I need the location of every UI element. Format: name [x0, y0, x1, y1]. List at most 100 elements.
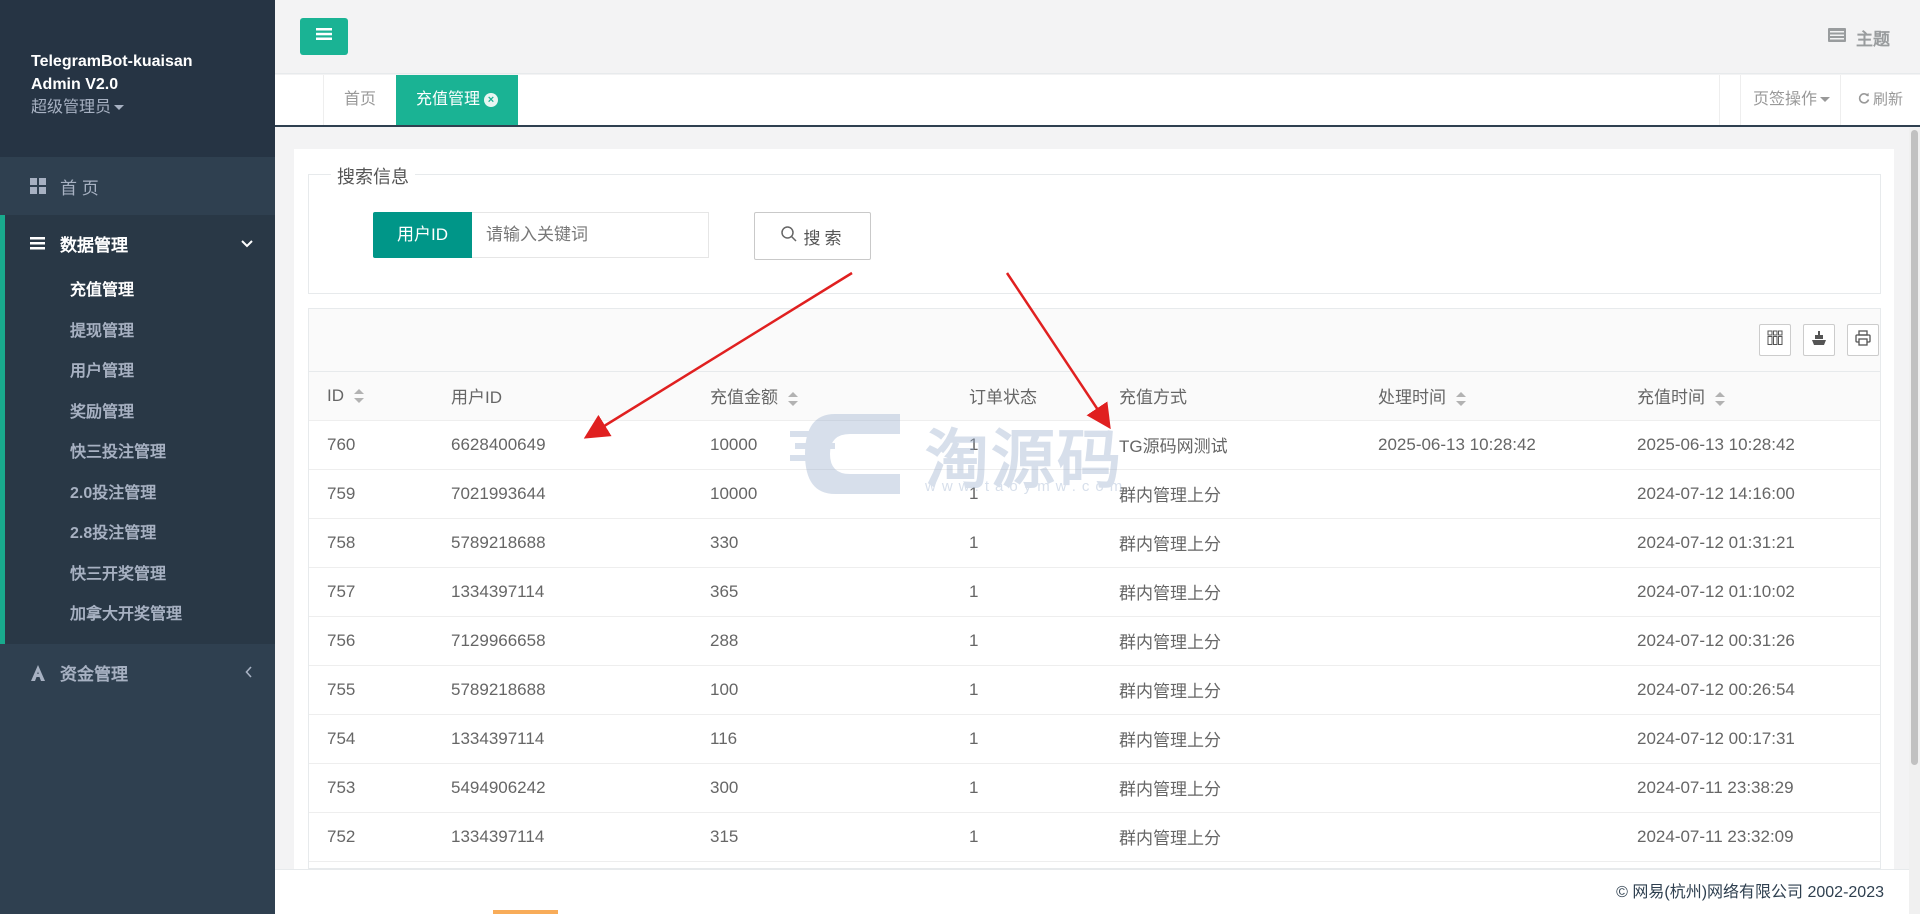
search-legend: 搜索信息 [331, 163, 415, 189]
column-header-processed-time[interactable]: 处理时间 [1360, 372, 1619, 421]
cell-recharge-time: 2024-07-12 01:31:21 [1619, 518, 1880, 568]
cell-status: 1 [951, 469, 1101, 519]
table-row[interactable]: 760 6628400649 10000 1 TG源码网测试 2025-06-1… [309, 420, 1880, 470]
sidebar-group-money[interactable]: 资金管理 [0, 644, 275, 702]
sort-icon[interactable] [788, 391, 798, 406]
cell-amount: 288 [692, 616, 951, 666]
columns-button[interactable] [1759, 324, 1791, 356]
page-tabs-bar: 首页 充值管理 × 页签操作 刷新 [275, 75, 1920, 127]
table-row[interactable]: 752 1334397114 315 1 群内管理上分 2024-07-11 2… [309, 812, 1880, 862]
cell-id: 758 [309, 518, 433, 568]
table-row[interactable]: 754 1334397114 116 1 群内管理上分 2024-07-12 0… [309, 714, 1880, 764]
sidebar-item-home[interactable]: 首 页 [0, 157, 275, 215]
table-row[interactable]: 758 5789218688 330 1 群内管理上分 2024-07-12 0… [309, 518, 1880, 568]
cell-user-id: 1334397114 [433, 812, 692, 862]
footer: © 网易(杭州)网络有限公司 2002-2023 [275, 869, 1909, 914]
chevron-left-icon [245, 663, 253, 683]
cell-amount: 116 [692, 714, 951, 764]
cell-method: 群内管理上分 [1101, 469, 1360, 519]
refresh-icon [1858, 75, 1870, 125]
menu-toggle-button[interactable] [300, 18, 348, 55]
sidebar-item-users[interactable]: 用户管理 [5, 352, 275, 393]
sidebar-group-data-toggle[interactable]: 数据管理 [5, 215, 275, 271]
cell-processed-time [1360, 812, 1619, 862]
cell-user-id: 5494906242 [433, 763, 692, 813]
cell-processed-time [1360, 567, 1619, 617]
main-content: 搜索信息 用户ID 搜索 [294, 149, 1894, 869]
column-header-status: 订单状态 [951, 372, 1101, 421]
tabs-scroll-left[interactable] [275, 75, 324, 125]
app-title-line1: TelegramBot-kuaisan [31, 53, 193, 70]
table-row[interactable]: 755 5789218688 100 1 群内管理上分 2024-07-12 0… [309, 665, 1880, 715]
search-input[interactable] [472, 212, 709, 258]
cell-id: 756 [309, 616, 433, 666]
cell-id: 754 [309, 714, 433, 764]
cell-recharge-time: 2024-07-12 00:31:26 [1619, 616, 1880, 666]
sort-icon[interactable] [1715, 391, 1725, 406]
list-icon [30, 235, 46, 251]
print-icon [1855, 329, 1871, 351]
cell-amount: 330 [692, 518, 951, 568]
footer-accent-strip [493, 910, 558, 914]
sidebar-item-recharge[interactable]: 充值管理 [5, 271, 275, 312]
table-row[interactable]: 753 5494906242 300 1 群内管理上分 2024-07-11 2… [309, 763, 1880, 813]
cell-processed-time: 2025-06-13 10:28:42 [1360, 420, 1619, 470]
tab-operations-dropdown[interactable]: 页签操作 [1740, 75, 1840, 125]
column-header-amount[interactable]: 充值金额 [692, 372, 951, 421]
cell-amount: 365 [692, 567, 951, 617]
cell-recharge-time: 2024-07-11 23:38:29 [1619, 763, 1880, 813]
cell-recharge-time: 2024-07-12 01:10:02 [1619, 567, 1880, 617]
footer-copyright: © 网易(杭州)网络有限公司 2002-2023 [1616, 884, 1884, 901]
search-button[interactable]: 搜索 [754, 212, 871, 260]
table-row[interactable]: 759 7021993644 10000 1 群内管理上分 2024-07-12… [309, 469, 1880, 519]
cell-id: 757 [309, 567, 433, 617]
table-header-row: ID 用户ID 充值金额 订单状态 充值方式 处理时间 充值时间 [309, 372, 1880, 421]
cell-amount: 300 [692, 763, 951, 813]
user-role-label: 超级管理员 [31, 99, 112, 116]
sidebar-item-28-bets[interactable]: 2.8投注管理 [5, 514, 275, 555]
dashboard-icon [30, 178, 46, 194]
sort-icon[interactable] [354, 389, 364, 404]
cell-processed-time [1360, 616, 1619, 666]
sidebar: TelegramBot-kuaisan Admin V2.0 超级管理员 首 页… [0, 0, 275, 914]
theme-button[interactable]: 主题 [1828, 25, 1890, 50]
table-row[interactable]: 756 7129966658 288 1 群内管理上分 2024-07-12 0… [309, 616, 1880, 666]
refresh-button[interactable]: 刷新 [1840, 75, 1920, 125]
sort-icon[interactable] [1456, 391, 1466, 406]
column-header-label: 订单状态 [969, 388, 1037, 408]
sidebar-item-20-bets[interactable]: 2.0投注管理 [5, 474, 275, 515]
table-toolbar [309, 309, 1880, 372]
print-button[interactable] [1847, 324, 1879, 356]
column-header-recharge-time[interactable]: 充值时间 [1619, 372, 1880, 421]
cell-recharge-time: 2024-07-12 00:26:54 [1619, 665, 1880, 715]
column-header-id[interactable]: ID [309, 372, 433, 421]
user-role-dropdown[interactable]: 超级管理员 [31, 96, 275, 120]
theme-icon [1828, 27, 1846, 48]
column-header-label: ID [327, 385, 344, 405]
tab-home[interactable]: 首页 [324, 75, 397, 125]
menu-icon [316, 27, 332, 46]
column-header-label: 用户ID [451, 388, 502, 408]
table-row[interactable]: 757 1334397114 365 1 群内管理上分 2024-07-12 0… [309, 567, 1880, 617]
sidebar-item-k3-bets[interactable]: 快三投注管理 [5, 433, 275, 474]
cell-method: 群内管理上分 [1101, 812, 1360, 862]
cell-id: 752 [309, 812, 433, 862]
cell-amount: 100 [692, 665, 951, 715]
tab-operations-label: 页签操作 [1753, 91, 1818, 108]
cell-processed-time [1360, 469, 1619, 519]
page-scrollbar-thumb[interactable] [1911, 130, 1918, 765]
sidebar-item-k3-draws[interactable]: 快三开奖管理 [5, 555, 275, 596]
close-icon[interactable]: × [484, 92, 498, 107]
caret-down-icon [1820, 97, 1831, 103]
cell-status: 1 [951, 763, 1101, 813]
export-icon [1811, 330, 1827, 351]
export-button[interactable] [1803, 324, 1835, 356]
sidebar-item-canada-draws[interactable]: 加拿大开奖管理 [5, 595, 275, 636]
cell-amount: 10000 [692, 469, 951, 519]
cell-method: 群内管理上分 [1101, 518, 1360, 568]
tab-recharge[interactable]: 充值管理 × [396, 75, 518, 125]
cell-recharge-time: 2024-07-12 00:17:31 [1619, 714, 1880, 764]
sidebar-item-rewards[interactable]: 奖励管理 [5, 393, 275, 434]
sidebar-item-withdraw[interactable]: 提现管理 [5, 312, 275, 353]
chevron-down-icon [241, 233, 253, 253]
